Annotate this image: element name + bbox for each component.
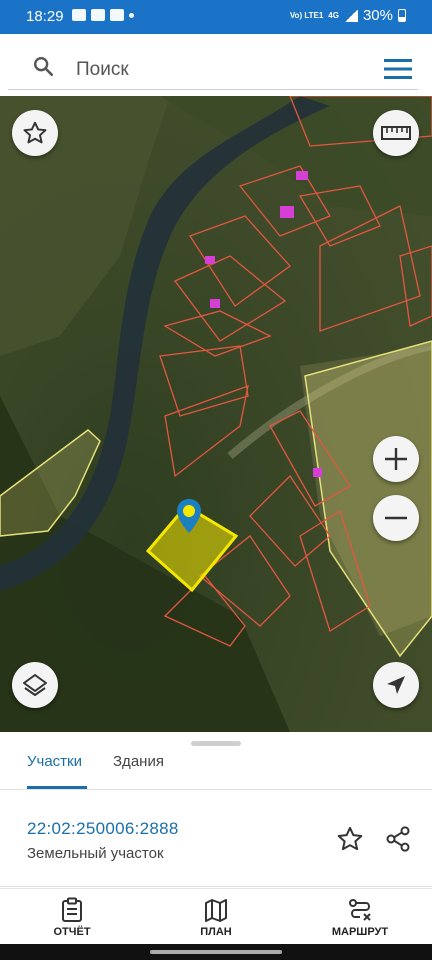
status-time: 18:29 <box>26 8 64 25</box>
layers-icon <box>23 674 47 696</box>
clipboard-icon <box>62 897 82 922</box>
tab-buildings[interactable]: Здания <box>113 753 164 789</box>
nav-route[interactable]: МАРШРУТ <box>310 895 410 943</box>
favorite-button[interactable] <box>12 110 58 156</box>
status-right: Vo) LTE1 4G 30% <box>290 7 406 24</box>
satellite-map[interactable] <box>0 96 432 732</box>
search-field[interactable]: Поиск <box>8 38 418 90</box>
map-icon <box>205 899 227 922</box>
search-input[interactable]: Поиск <box>76 59 129 81</box>
nav-route-label: МАРШРУТ <box>331 926 389 938</box>
system-navigation-bar <box>0 944 432 960</box>
layers-button[interactable] <box>12 662 58 708</box>
star-outline-icon <box>23 121 47 144</box>
plus-icon <box>385 448 407 470</box>
top-bar: Поиск <box>0 34 432 96</box>
tab-parcels[interactable]: Участки <box>27 753 87 789</box>
gallery-notification-icon <box>72 9 86 21</box>
battery-percent: 30% <box>362 7 393 24</box>
parcel-cadastral-number[interactable]: 22:02:250006:2888 <box>27 819 179 839</box>
menu-icon[interactable] <box>384 58 412 80</box>
parcel-type: Земельный участок <box>27 845 164 862</box>
network-type: 4G <box>328 10 339 20</box>
home-gesture-pill[interactable] <box>150 950 282 954</box>
nav-report[interactable]: ОТЧЁТ <box>22 895 122 943</box>
measure-button[interactable] <box>373 110 419 156</box>
volte-label: Vo) LTE1 <box>289 10 324 20</box>
search-icon <box>34 57 53 76</box>
sheet-divider <box>0 886 432 887</box>
navigation-arrow-icon <box>387 676 405 694</box>
signal-icon <box>343 9 358 22</box>
route-icon <box>349 899 371 921</box>
my-location-button[interactable] <box>373 662 419 708</box>
minus-icon <box>385 516 407 520</box>
sheet-tabs: Участки Здания <box>0 750 432 790</box>
ruler-icon <box>381 126 411 140</box>
zoom-out-button[interactable] <box>373 495 419 541</box>
nav-plan[interactable]: ПЛАН <box>166 895 266 943</box>
nav-report-label: ОТЧЁТ <box>53 926 91 938</box>
more-notifications-icon <box>129 13 134 18</box>
sheet-drag-handle[interactable] <box>191 741 241 746</box>
chat-notification-icon <box>91 9 105 21</box>
star-outline-icon[interactable] <box>336 825 364 853</box>
notification-icons <box>72 9 134 21</box>
status-bar: 18:29 Vo) LTE1 4G 30% <box>0 0 432 34</box>
nav-plan-label: ПЛАН <box>200 926 232 938</box>
map-terrain <box>0 96 432 732</box>
bottom-navigation: ОТЧЁТ ПЛАН МАРШРУТ <box>0 888 432 944</box>
map-pin-icon <box>177 499 201 533</box>
zoom-in-button[interactable] <box>373 436 419 482</box>
battery-icon <box>398 9 406 22</box>
app-notification-icon <box>110 9 124 21</box>
share-icon[interactable] <box>384 825 412 853</box>
